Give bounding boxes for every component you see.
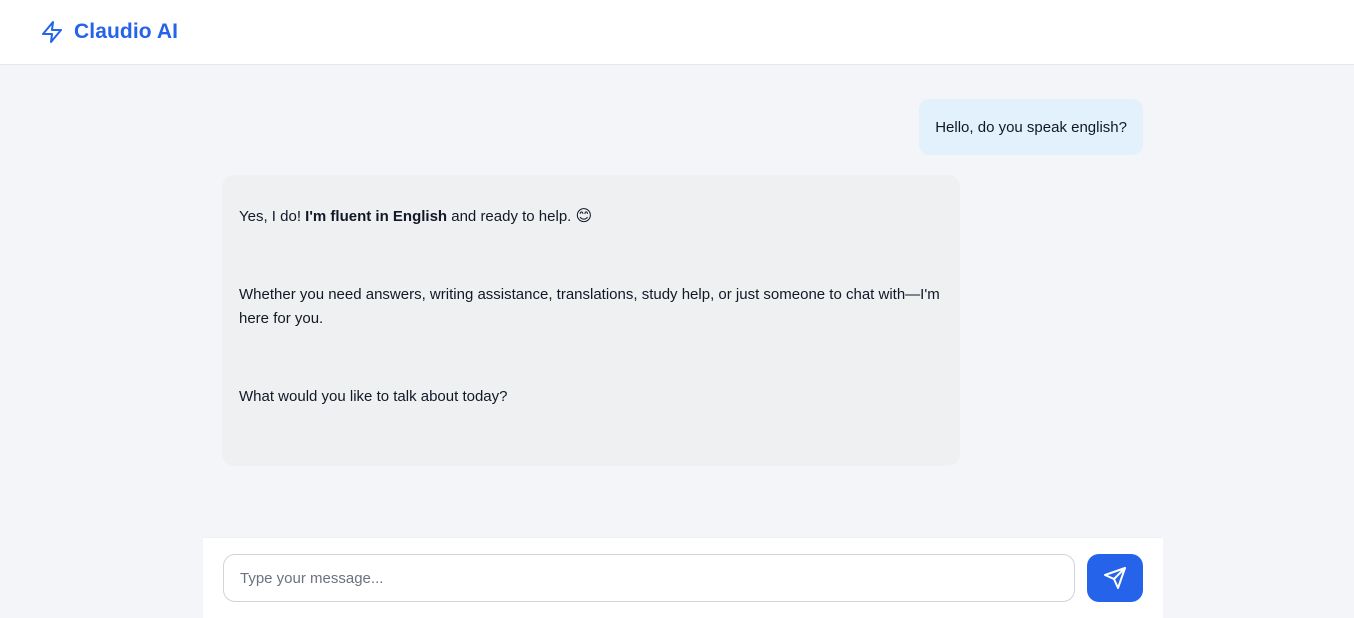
assistant-paragraph: What would you like to talk about today?: [239, 388, 508, 405]
chat-thread: Hello, do you speak english? Yes, I do! …: [222, 99, 1143, 466]
smiling-face-emoji-icon: 😊: [575, 208, 593, 225]
user-message-bubble: Hello, do you speak english?: [919, 99, 1143, 155]
assistant-paragraph: Whether you need answers, writing assist…: [239, 286, 940, 327]
app-title: Claudio AI: [74, 20, 179, 43]
assistant-message-bubble: Yes, I do! I'm fluent in English and rea…: [222, 175, 960, 466]
assistant-text: Yes, I do!: [239, 208, 306, 225]
assistant-bold-text: I'm fluent in English: [305, 208, 448, 225]
assistant-text: and ready to help.: [447, 208, 576, 225]
app-header: Claudio AI: [0, 0, 1354, 65]
message-composer: [203, 537, 1163, 618]
user-message-text: Hello, do you speak english?: [935, 118, 1127, 136]
lightning-bolt-icon: [40, 20, 64, 44]
assistant-paragraph: Yes, I do! I'm fluent in English and rea…: [239, 205, 943, 229]
message-input[interactable]: [223, 554, 1075, 602]
user-message-row: Hello, do you speak english?: [222, 99, 1143, 155]
brand[interactable]: Claudio AI: [40, 20, 178, 44]
send-paper-plane-icon: [1103, 566, 1127, 590]
send-button[interactable]: [1087, 554, 1143, 602]
